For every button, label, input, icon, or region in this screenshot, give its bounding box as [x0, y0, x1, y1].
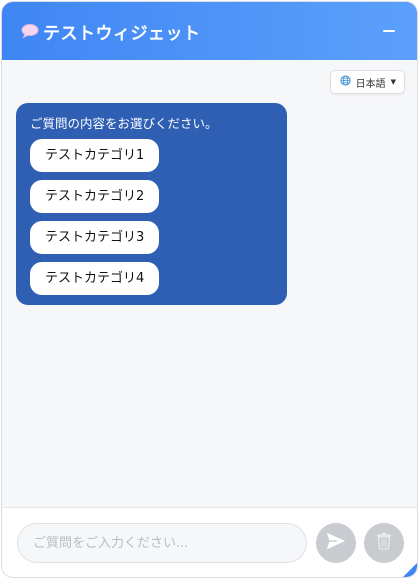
category-option-1[interactable]: テストカテゴリ1 [30, 139, 160, 172]
widget-title: テストウィジェット [43, 23, 201, 44]
widget-header: テストウィジェット [2, 2, 417, 60]
resize-handle[interactable] [403, 563, 417, 577]
chat-widget: テストウィジェット 日本語 ▼ ご質問の内容をお選びください。 テストカテゴリ1… [1, 1, 418, 578]
chevron-down-icon: ▼ [390, 78, 396, 86]
category-option-2[interactable]: テストカテゴリ2 [30, 180, 160, 213]
minimize-icon [383, 30, 395, 32]
bot-message-bubble: ご質問の内容をお選びください。 テストカテゴリ1 テストカテゴリ2 テストカテゴ… [16, 103, 287, 305]
send-button[interactable] [316, 523, 356, 563]
clear-button[interactable] [364, 523, 404, 563]
message-input[interactable] [17, 523, 307, 563]
speech-bubble-icon [20, 23, 40, 39]
minimize-button[interactable] [377, 19, 401, 43]
language-label: 日本語 [355, 78, 386, 90]
language-select[interactable]: 日本語 ▼ [329, 70, 405, 94]
send-icon [325, 530, 347, 556]
category-option-3[interactable]: テストカテゴリ3 [30, 221, 160, 254]
composer-bar [2, 507, 417, 577]
bot-prompt-text: ご質問の内容をお選びください。 [30, 116, 218, 131]
trash-icon [376, 532, 392, 554]
category-option-4[interactable]: テストカテゴリ4 [30, 262, 160, 295]
globe-icon [340, 75, 351, 89]
